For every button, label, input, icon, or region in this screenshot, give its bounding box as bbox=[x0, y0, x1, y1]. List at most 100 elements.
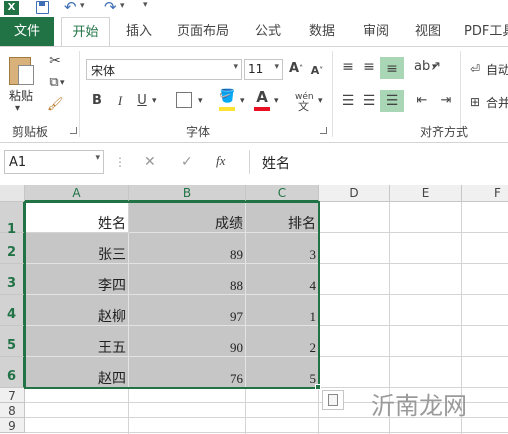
cell-c5[interactable]: 2 bbox=[246, 326, 319, 357]
name-box-value: A1 bbox=[9, 155, 27, 170]
name-box[interactable]: A1 bbox=[4, 150, 104, 174]
bold-button[interactable]: B bbox=[90, 93, 104, 109]
format-painter-icon[interactable]: 🖌 bbox=[47, 97, 64, 113]
cell-b6[interactable]: 76 bbox=[129, 357, 246, 388]
row-header-8[interactable]: 8 bbox=[0, 403, 25, 418]
row-header-7[interactable]: 7 bbox=[0, 388, 25, 403]
merge-center-label[interactable]: 合并 bbox=[486, 94, 508, 111]
borders-dropdown-icon[interactable]: ▾ bbox=[198, 93, 203, 109]
ribbon: 粘贴 ▾ ✂ ⧉ ▾ 🖌 剪贴板 宋体 11 A˄ A˅ B I U ▾ ▾ 🪣… bbox=[0, 46, 508, 143]
row-header-3[interactable]: 3 bbox=[0, 264, 25, 295]
tab-pdf-tools[interactable]: PDF工具 bbox=[464, 17, 508, 46]
paste-label[interactable]: 粘贴 bbox=[9, 87, 33, 104]
align-bottom-icon[interactable]: ≡ bbox=[384, 61, 400, 77]
tab-home[interactable]: 开始 bbox=[61, 17, 110, 47]
cell-a2[interactable]: 张三 bbox=[25, 233, 129, 264]
quick-analysis-icon[interactable] bbox=[322, 390, 344, 410]
cell-b3[interactable]: 88 bbox=[129, 264, 246, 295]
gridline bbox=[319, 356, 508, 357]
cell-b4[interactable]: 97 bbox=[129, 295, 246, 326]
borders-icon[interactable] bbox=[176, 92, 192, 108]
align-right-icon[interactable]: ☰ bbox=[384, 93, 400, 109]
tab-view[interactable]: 视图 bbox=[408, 17, 448, 46]
column-header-f[interactable]: F bbox=[462, 185, 508, 202]
increase-indent-icon[interactable]: ⇥ bbox=[438, 93, 454, 109]
column-header-a[interactable]: A bbox=[25, 185, 129, 202]
column-header-d[interactable]: D bbox=[319, 185, 390, 202]
undo-dropdown-icon[interactable]: ▾ bbox=[80, 1, 85, 11]
wrap-text-label[interactable]: 自动 bbox=[486, 61, 508, 78]
formula-input[interactable]: 姓名 bbox=[262, 153, 290, 173]
cell-a5[interactable]: 王五 bbox=[25, 326, 129, 357]
row-header-5[interactable]: 5 bbox=[0, 326, 25, 357]
row-header-2[interactable]: 2 bbox=[0, 233, 25, 264]
phonetic-glyph-icon: 文 bbox=[298, 100, 309, 113]
cancel-icon[interactable]: ✕ bbox=[144, 154, 156, 170]
decrease-indent-icon[interactable]: ⇤ bbox=[414, 93, 430, 109]
empty-column-e[interactable] bbox=[390, 202, 462, 388]
save-icon[interactable] bbox=[36, 1, 49, 14]
tab-page-layout[interactable]: 页面布局 bbox=[172, 17, 234, 46]
tab-file[interactable]: 文件 bbox=[0, 17, 54, 46]
italic-button[interactable]: I bbox=[113, 93, 127, 109]
cell-b2[interactable]: 89 bbox=[129, 233, 246, 264]
enter-icon[interactable]: ✓ bbox=[181, 154, 193, 170]
font-launcher-icon[interactable] bbox=[320, 127, 327, 134]
column-header-c[interactable]: C bbox=[246, 185, 319, 202]
fill-color-icon[interactable]: 🪣 bbox=[219, 89, 235, 105]
column-header-b[interactable]: B bbox=[129, 185, 246, 202]
cell-c4[interactable]: 1 bbox=[246, 295, 319, 326]
cell-a1[interactable]: 姓名 bbox=[25, 202, 129, 233]
underline-dropdown-icon[interactable]: ▾ bbox=[152, 93, 157, 109]
tab-review[interactable]: 审阅 bbox=[356, 17, 396, 46]
row-header-6[interactable]: 6 bbox=[0, 357, 25, 388]
align-middle-icon[interactable]: ≡ bbox=[361, 59, 377, 75]
phonetic-dropdown-icon[interactable]: ▾ bbox=[318, 93, 323, 109]
row-header-1[interactable]: 1 bbox=[0, 202, 25, 237]
cell-a3[interactable]: 李四 bbox=[25, 264, 129, 295]
font-color-dropdown-icon[interactable]: ▾ bbox=[274, 93, 279, 109]
tab-formulas[interactable]: 公式 bbox=[248, 17, 288, 46]
paste-dropdown-icon[interactable]: ▾ bbox=[15, 101, 20, 117]
select-all-corner[interactable] bbox=[0, 185, 25, 202]
wrap-text-icon[interactable]: ⏎ bbox=[468, 61, 482, 77]
cell-b5[interactable]: 90 bbox=[129, 326, 246, 357]
empty-column-f[interactable] bbox=[462, 202, 508, 388]
redo-icon[interactable]: ↷ bbox=[104, 0, 117, 16]
cell-c1[interactable]: 排名 bbox=[246, 202, 319, 233]
align-center-icon[interactable]: ☰ bbox=[361, 93, 377, 109]
cell-c6[interactable]: 5 bbox=[246, 357, 319, 388]
insert-function-button[interactable]: fx bbox=[216, 153, 225, 169]
cell-a4[interactable]: 赵柳 bbox=[25, 295, 129, 326]
column-header-e[interactable]: E bbox=[390, 185, 462, 202]
orientation-icon[interactable]: ab↗ bbox=[414, 59, 441, 75]
cell-b1[interactable]: 成绩 bbox=[129, 202, 246, 233]
tab-insert[interactable]: 插入 bbox=[119, 17, 159, 46]
clipboard-launcher-icon[interactable] bbox=[70, 127, 77, 134]
font-color-button[interactable]: A bbox=[254, 89, 270, 105]
fill-handle[interactable] bbox=[315, 384, 321, 390]
align-top-icon[interactable]: ≡ bbox=[340, 59, 356, 75]
font-size-select[interactable]: 11 bbox=[244, 59, 283, 80]
cut-icon[interactable]: ✂ bbox=[47, 53, 63, 69]
row-header-4[interactable]: 4 bbox=[0, 295, 25, 326]
empty-column-d[interactable] bbox=[319, 202, 390, 388]
customize-qat-icon[interactable]: ▾ bbox=[143, 0, 148, 10]
gridline bbox=[319, 294, 508, 295]
cell-c2[interactable]: 3 bbox=[246, 233, 319, 264]
decrease-font-icon[interactable]: A˅ bbox=[310, 63, 324, 79]
font-name-select[interactable]: 宋体 bbox=[86, 59, 242, 80]
redo-dropdown-icon[interactable]: ▾ bbox=[120, 1, 125, 11]
underline-button[interactable]: U bbox=[135, 93, 149, 109]
orientation-dropdown-icon[interactable]: ▾ bbox=[432, 59, 437, 75]
cell-a6[interactable]: 赵四 bbox=[25, 357, 129, 388]
tab-data[interactable]: 数据 bbox=[302, 17, 342, 46]
align-left-icon[interactable]: ☰ bbox=[340, 93, 356, 109]
increase-font-icon[interactable]: A˄ bbox=[289, 61, 303, 77]
undo-icon[interactable]: ↶ bbox=[64, 0, 77, 16]
row-header-9[interactable]: 9 bbox=[0, 418, 25, 433]
cell-c3[interactable]: 4 bbox=[246, 264, 319, 295]
copy-dropdown-icon[interactable]: ▾ bbox=[60, 75, 65, 91]
merge-center-icon[interactable]: ⊞ bbox=[468, 94, 482, 110]
fill-color-dropdown-icon[interactable]: ▾ bbox=[240, 93, 245, 109]
